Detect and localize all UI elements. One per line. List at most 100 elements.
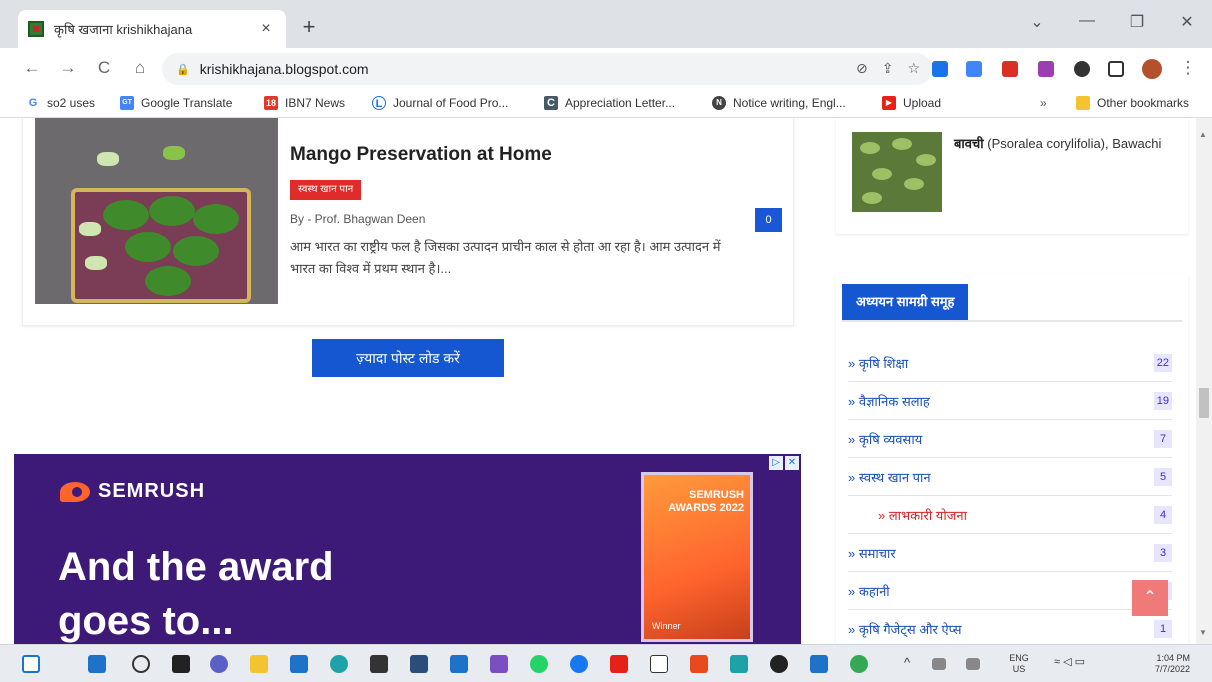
profile-avatar[interactable] xyxy=(1142,59,1162,79)
google-translate-extension-icon[interactable] xyxy=(966,61,982,77)
category-item[interactable]: » कृषि शिक्षा 22 xyxy=(848,344,1172,382)
back-button[interactable]: ← xyxy=(20,58,44,78)
youtube-taskbar-icon[interactable] xyxy=(610,655,628,673)
post-tag[interactable]: स्वस्थ खान पान xyxy=(290,180,362,200)
office-icon[interactable] xyxy=(690,655,708,673)
bookmark-item[interactable]: N Notice writing, Engl... xyxy=(712,96,846,110)
minimize-button[interactable]: — xyxy=(1072,12,1102,30)
language-indicator[interactable]: ENG US xyxy=(1004,653,1034,675)
post-card: Mango Preservation at Home स्वस्थ खान पा… xyxy=(22,118,794,326)
load-more-button[interactable]: ज़्यादा पोस्ट लोड करें xyxy=(312,339,504,377)
page-content: Mango Preservation at Home स्वस्थ खान पा… xyxy=(0,118,1212,644)
category-item[interactable]: » वैज्ञानिक सलाह 19 xyxy=(848,382,1172,420)
tracking-icon[interactable]: ⊘ xyxy=(856,60,868,77)
edge-icon[interactable] xyxy=(330,655,348,673)
featured-thumbnail[interactable] xyxy=(852,132,942,212)
journal-icon: L xyxy=(372,96,386,110)
bookmark-item[interactable]: 18 IBN7 News xyxy=(264,96,345,110)
category-label: » वैज्ञानिक सलाह xyxy=(848,393,930,409)
file-explorer-icon[interactable] xyxy=(250,655,268,673)
wifi-volume-battery-icons[interactable]: ≈ ◁ ▭ xyxy=(1054,657,1085,668)
new-tab-button[interactable]: + xyxy=(296,14,322,40)
tray-chevron-icon[interactable]: ^ xyxy=(904,656,910,669)
start-icon[interactable] xyxy=(88,655,106,673)
bookmark-star-icon[interactable]: ☆ xyxy=(907,60,920,77)
bookmark-item[interactable]: C Appreciation Letter... xyxy=(544,96,675,110)
tray-app-icon[interactable] xyxy=(932,658,946,670)
category-label: » कृषि शिक्षा xyxy=(848,355,909,371)
post-title[interactable]: Mango Preservation at Home xyxy=(290,144,552,166)
bookmark-label: so2 uses xyxy=(47,96,96,110)
bookmarks-overflow-button[interactable]: » xyxy=(1040,96,1047,110)
ad-info-icon[interactable]: ▷ xyxy=(769,456,783,470)
page-scrollbar[interactable]: ▲ ▼ xyxy=(1196,118,1212,644)
category-count: 4 xyxy=(1154,505,1172,524)
advertisement[interactable]: ▷ ✕ SEMRUSH And the award goes to... SEM… xyxy=(14,454,801,644)
category-label: » कृषि गैजेट्स और ऐप्स xyxy=(848,621,962,637)
extension-red-icon[interactable] xyxy=(1002,61,1018,77)
comment-count-badge[interactable]: 0 xyxy=(755,208,782,232)
app-dark-icon[interactable] xyxy=(770,655,788,673)
tab-close-icon[interactable]: × xyxy=(256,20,276,38)
post-thumbnail[interactable] xyxy=(35,118,278,304)
scroll-up-arrow-icon[interactable]: ▲ xyxy=(1199,130,1207,139)
app-teal-icon[interactable] xyxy=(730,655,748,673)
featured-title-rest: (Psoralea corylifolia), Bawachi xyxy=(983,136,1162,151)
mail-icon[interactable] xyxy=(450,655,468,673)
divider xyxy=(842,320,1182,322)
post-author: By - Prof. Bhagwan Deen xyxy=(290,212,426,226)
category-item[interactable]: » लाभकारी योजना 4 xyxy=(848,496,1172,534)
tray-keyboard-icon[interactable] xyxy=(966,658,980,670)
ad-close-icon[interactable]: ✕ xyxy=(785,456,799,470)
chat-icon[interactable] xyxy=(210,655,228,673)
dropbox-icon[interactable] xyxy=(370,655,388,673)
url-text[interactable]: krishikhajana.blogspot.com xyxy=(200,61,369,77)
extension-purple-icon[interactable] xyxy=(1038,61,1054,77)
reload-button[interactable]: C xyxy=(92,58,116,78)
tab-search-icon[interactable]: ⌄ xyxy=(1022,12,1052,32)
bookmark-item[interactable]: GT Google Translate xyxy=(120,96,232,110)
google-icon: G xyxy=(26,96,40,110)
ibn7-icon: 18 xyxy=(264,96,278,110)
category-item[interactable]: » समाचार 3 xyxy=(848,534,1172,572)
scroll-down-arrow-icon[interactable]: ▼ xyxy=(1199,628,1207,637)
bookmark-item[interactable]: ▶ Upload xyxy=(882,96,941,110)
scrollbar-thumb[interactable] xyxy=(1199,388,1209,418)
store-icon[interactable] xyxy=(290,655,308,673)
bookmark-label: Notice writing, Engl... xyxy=(733,96,846,110)
featured-post[interactable]: बावची (Psoralea corylifolia), Bawachi xyxy=(836,118,1188,234)
whatsapp-icon[interactable] xyxy=(530,655,548,673)
extensions-puzzle-icon[interactable] xyxy=(1074,61,1090,77)
category-item[interactable]: » कृषि गैजेट्स और ऐप्स 1 xyxy=(848,610,1172,644)
category-item[interactable]: » स्वस्थ खान पान 5 xyxy=(848,458,1172,496)
facebook-icon[interactable] xyxy=(570,655,588,673)
category-item[interactable]: » कहानी xyxy=(848,572,1172,610)
side-panel-icon[interactable] xyxy=(1108,61,1124,77)
bookmark-item[interactable]: G so2 uses xyxy=(26,96,95,110)
outlook-icon[interactable] xyxy=(810,655,828,673)
wikipedia-icon[interactable] xyxy=(650,655,668,673)
browser-tab[interactable]: कृषि खजाना krishikhajana × xyxy=(18,10,286,48)
search-icon[interactable] xyxy=(132,655,150,673)
featured-title[interactable]: बावची (Psoralea corylifolia), Bawachi xyxy=(954,134,1174,154)
ad-brand-name: SEMRUSH xyxy=(98,480,206,502)
address-bar[interactable]: 🔒 krishikhajana.blogspot.com ⊘ ⇪ ☆ xyxy=(162,53,932,85)
forward-button[interactable]: → xyxy=(56,58,80,78)
menu-kebab-icon[interactable]: ⋮ xyxy=(1176,58,1200,78)
app-icon[interactable] xyxy=(410,655,428,673)
scroll-to-top-button[interactable]: ⌃ xyxy=(1132,580,1168,616)
widgets-icon[interactable] xyxy=(22,655,40,673)
clock[interactable]: 1:04 PM 7/7/2022 xyxy=(1130,653,1190,675)
home-button[interactable]: ⌂ xyxy=(128,58,152,78)
close-window-button[interactable]: ✕ xyxy=(1172,12,1202,32)
chrome-icon[interactable] xyxy=(850,655,868,673)
teams-icon[interactable] xyxy=(490,655,508,673)
restore-button[interactable]: ❐ xyxy=(1122,12,1152,32)
task-view-icon[interactable] xyxy=(172,655,190,673)
other-bookmarks[interactable]: Other bookmarks xyxy=(1076,96,1189,110)
share-icon[interactable]: ⇪ xyxy=(882,60,894,77)
bookmark-item[interactable]: L Journal of Food Pro... xyxy=(372,96,508,110)
category-item[interactable]: » कृषि व्यवसाय 7 xyxy=(848,420,1172,458)
ad-headline-line-2: goes to... xyxy=(58,599,234,643)
extension-icon[interactable] xyxy=(932,61,948,77)
